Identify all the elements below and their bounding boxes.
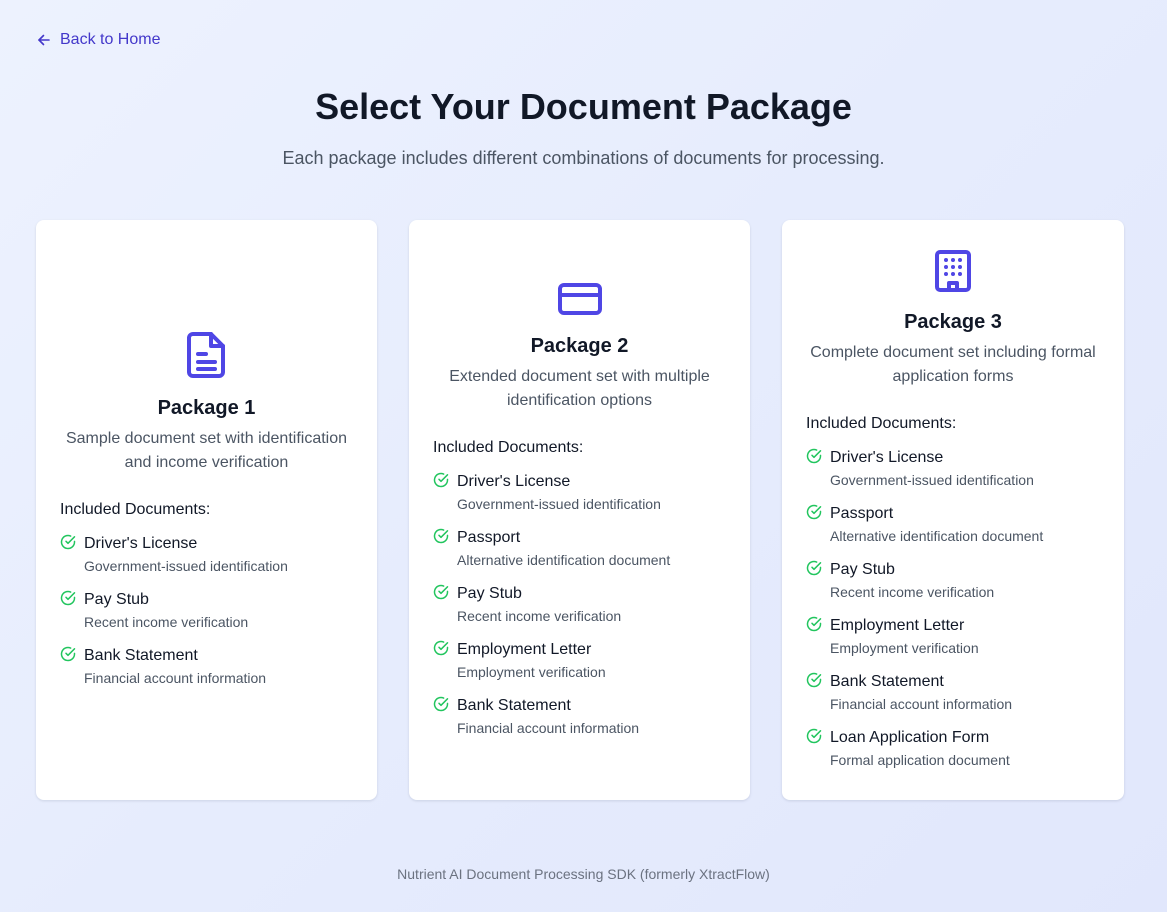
document-item: Pay Stub Recent income verification xyxy=(433,583,726,627)
document-icon xyxy=(186,331,228,379)
document-list: Driver's License Government-issued identi… xyxy=(433,471,726,739)
document-description: Recent income verification xyxy=(457,608,622,624)
document-item: Passport Alternative identification docum… xyxy=(433,527,726,571)
check-circle-icon xyxy=(433,584,449,600)
package-card-2[interactable]: Package 2 Extended document set with mul… xyxy=(409,220,750,800)
check-circle-icon xyxy=(60,646,76,662)
package-description: Complete document set including formal a… xyxy=(810,344,1096,385)
document-name: Driver's License xyxy=(84,535,198,552)
check-circle-icon xyxy=(433,640,449,656)
document-description: Employment verification xyxy=(457,664,606,680)
document-description: Government-issued identification xyxy=(84,558,288,574)
document-name: Bank Statement xyxy=(457,697,571,714)
package-title: Package 1 xyxy=(157,397,256,419)
document-name: Loan Application Form xyxy=(830,729,990,746)
document-item: Driver's License Government-issued identi… xyxy=(433,471,726,515)
arrow-left-icon xyxy=(36,32,52,48)
document-description: Government-issued identification xyxy=(457,496,661,512)
document-description: Recent income verification xyxy=(84,614,249,630)
document-item: Passport Alternative identification docum… xyxy=(806,503,1100,547)
document-name: Pay Stub xyxy=(84,591,149,608)
document-list: Driver's License Government-issued identi… xyxy=(806,447,1100,771)
document-item: Employment Letter Employment verification xyxy=(433,639,726,683)
check-circle-icon xyxy=(806,672,822,688)
document-item: Loan Application Form Formal application … xyxy=(806,727,1100,771)
document-name: Employment Letter xyxy=(830,617,965,634)
document-description: Financial account information xyxy=(457,720,640,736)
included-documents-heading: Included Documents: xyxy=(60,501,211,518)
package-card-list: Package 1 Sample document set with ident… xyxy=(36,220,1124,800)
check-circle-icon xyxy=(806,616,822,632)
package-title: Package 2 xyxy=(530,335,629,357)
check-circle-icon xyxy=(60,534,76,550)
document-name: Bank Statement xyxy=(830,673,944,690)
back-to-home-link[interactable]: Back to Home xyxy=(36,30,160,50)
document-description: Alternative identification document xyxy=(457,552,671,568)
page-title: Select Your Document Package xyxy=(315,86,852,127)
credit-card-icon xyxy=(557,281,603,317)
document-description: Alternative identification document xyxy=(830,528,1044,544)
package-description: Sample document set with identification … xyxy=(65,430,348,471)
included-documents-heading: Included Documents: xyxy=(806,415,957,432)
package-card-header: Package 3 Complete document set includin… xyxy=(806,249,1100,389)
package-card-3[interactable]: Package 3 Complete document set includin… xyxy=(782,220,1124,800)
document-description: Financial account information xyxy=(830,696,1013,712)
document-item: Pay Stub Recent income verification xyxy=(60,589,353,633)
document-description: Formal application document xyxy=(830,752,1010,768)
document-description: Financial account information xyxy=(84,670,267,686)
document-item: Bank Statement Financial account informat… xyxy=(60,645,353,689)
document-description: Government-issued identification xyxy=(830,472,1034,488)
document-item: Employment Letter Employment verification xyxy=(806,615,1100,659)
document-description: Employment verification xyxy=(830,640,979,656)
page-subtitle: Each package includes different combinat… xyxy=(282,148,885,168)
document-item: Bank Statement Financial account informat… xyxy=(433,695,726,739)
document-name: Passport xyxy=(830,505,894,522)
document-description: Recent income verification xyxy=(830,584,995,600)
check-circle-icon xyxy=(806,560,822,576)
check-circle-icon xyxy=(433,696,449,712)
back-link-label: Back to Home xyxy=(60,31,161,48)
building-icon xyxy=(934,249,972,293)
document-item: Pay Stub Recent income verification xyxy=(806,559,1100,603)
check-circle-icon xyxy=(806,728,822,744)
document-name: Pay Stub xyxy=(830,561,895,578)
package-card-header: Package 2 Extended document set with mul… xyxy=(433,281,726,413)
document-item: Bank Statement Financial account informat… xyxy=(806,671,1100,715)
check-circle-icon xyxy=(433,472,449,488)
document-name: Driver's License xyxy=(830,449,944,466)
document-item: Driver's License Government-issued identi… xyxy=(60,533,353,577)
included-documents-heading: Included Documents: xyxy=(433,439,584,456)
package-card-header: Package 1 Sample document set with ident… xyxy=(60,331,353,475)
document-name: Employment Letter xyxy=(457,641,592,658)
footer-text: Nutrient AI Document Processing SDK (for… xyxy=(397,866,770,882)
document-name: Bank Statement xyxy=(84,647,198,664)
document-item: Driver's License Government-issued identi… xyxy=(806,447,1100,491)
document-name: Pay Stub xyxy=(457,585,522,602)
package-card-1[interactable]: Package 1 Sample document set with ident… xyxy=(36,220,377,800)
check-circle-icon xyxy=(433,528,449,544)
check-circle-icon xyxy=(806,504,822,520)
check-circle-icon xyxy=(60,590,76,606)
check-circle-icon xyxy=(806,448,822,464)
document-list: Driver's License Government-issued identi… xyxy=(60,533,353,689)
package-description: Extended document set with multiple iden… xyxy=(449,368,710,409)
document-name: Driver's License xyxy=(457,473,571,490)
document-name: Passport xyxy=(457,529,521,546)
package-title: Package 3 xyxy=(904,311,1002,333)
